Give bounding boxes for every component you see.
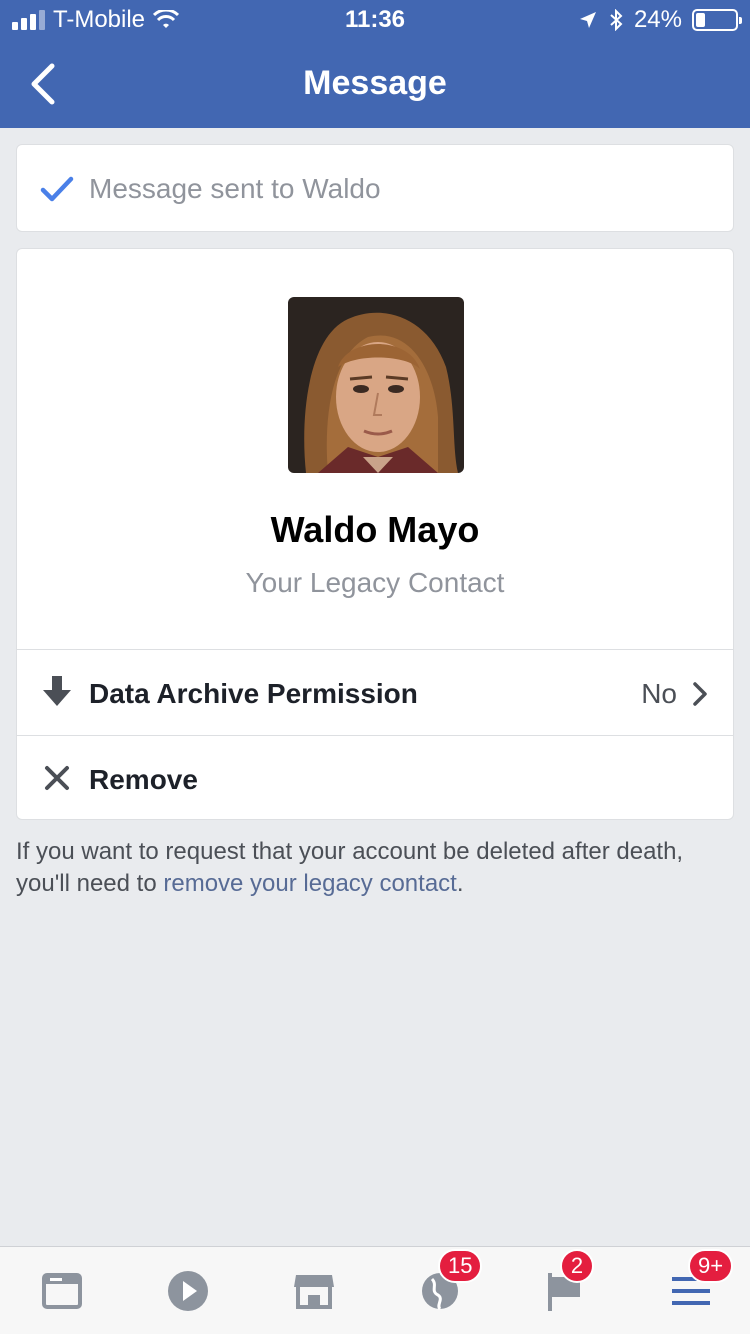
message-sent-banner: Message sent to Waldo [16,144,734,232]
tab-menu[interactable]: 9+ [660,1249,734,1323]
tab-news-feed[interactable] [30,1263,94,1323]
data-archive-permission-value: No [641,678,677,709]
news-feed-icon [42,1273,82,1309]
page-title: Message [303,64,447,102]
remove-row[interactable]: Remove [17,735,733,821]
contact-subtitle: Your Legacy Contact [245,567,505,598]
message-sent-text: Message sent to Waldo [89,173,381,204]
close-icon [45,766,69,790]
notifications-badge: 15 [438,1249,483,1283]
play-video-icon [168,1271,208,1311]
chevron-right-icon [693,682,707,706]
data-archive-permission-label: Data Archive Permission [89,678,418,709]
status-bar: T-Mobile 11:36 24% [0,0,750,40]
battery-icon [692,9,742,31]
tab-marketplace[interactable] [282,1263,346,1323]
menu-badge: 9+ [688,1249,734,1283]
remove-legacy-contact-link[interactable]: remove your legacy contact [163,870,456,897]
marketplace-store-icon [294,1275,334,1309]
avatar[interactable] [288,297,464,473]
legacy-contact-card: Waldo Mayo Your Legacy Contact Data Arch… [16,248,734,820]
groups-badge: 2 [560,1249,594,1283]
remove-label: Remove [89,764,198,795]
top-header: T-Mobile 11:36 24% Message [0,0,750,128]
tab-groups[interactable]: 2 [534,1249,598,1323]
contact-name: Waldo Mayo [270,509,480,550]
battery-percent: 24% [633,6,682,33]
bottom-tab-bar: 15 2 9+ [0,1246,750,1334]
bluetooth-icon [610,9,623,31]
tab-notifications[interactable]: 15 [408,1249,483,1323]
location-arrow-icon [579,12,596,28]
profile-photo [288,297,464,473]
checkmark-icon [40,176,74,202]
tab-watch[interactable] [156,1263,220,1323]
battery-fill [696,13,705,27]
status-right: 24% [578,6,742,34]
footnote: If you want to request that your account… [16,836,740,900]
data-archive-permission-row[interactable]: Data Archive Permission No [17,649,733,735]
footnote-end: . [456,870,464,897]
download-arrow-icon [43,676,71,706]
